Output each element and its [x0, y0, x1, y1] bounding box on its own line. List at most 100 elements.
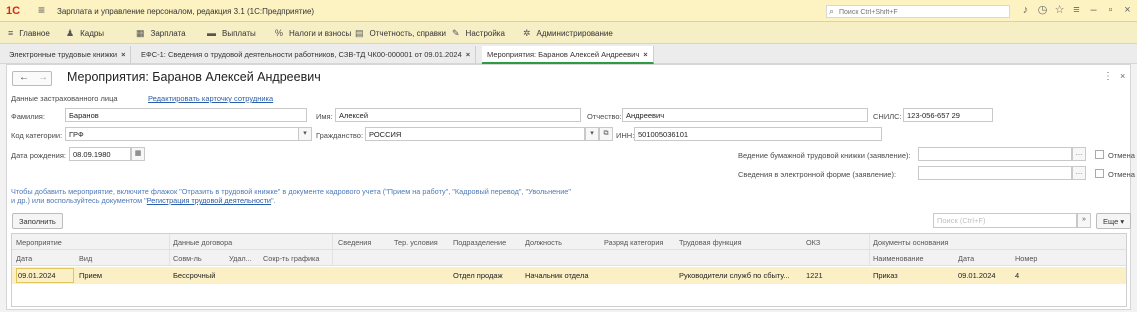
col-doc-number[interactable]: Номер	[1015, 254, 1037, 263]
col-position[interactable]: Должность	[525, 238, 562, 247]
table-header-bottom: Дата Вид Совм-ль Удал... Сокр-ть графика…	[12, 250, 1126, 266]
global-search-input[interactable]	[839, 7, 1007, 17]
col-part-time[interactable]: Совм-ль	[173, 254, 202, 263]
col-date[interactable]: Дата	[16, 254, 32, 263]
gear-icon: ✲	[523, 28, 531, 38]
more-button[interactable]: Еще ▾	[1096, 213, 1132, 229]
paper-book-field[interactable]	[918, 147, 1072, 161]
tab-events[interactable]: Мероприятия: Баранов Алексей Андреевич ×	[482, 46, 654, 64]
restore-icon[interactable]: ▫	[1102, 4, 1119, 16]
snils-label: СНИЛС:	[873, 112, 902, 121]
name-field[interactable]: Алексей	[335, 108, 581, 122]
table-row[interactable]: 09.01.2024 Прием Бессрочный Отдел продаж…	[12, 267, 1126, 284]
col-basis-docs[interactable]: Документы основания	[873, 238, 948, 247]
citizenship-open-button[interactable]: ⧉	[599, 127, 613, 141]
close-tab-icon[interactable]: ×	[466, 50, 470, 59]
section-menu: ≡ Главное ♟ Кадры ▦ Зарплата ▬ Выплаты % Нало…	[0, 22, 1137, 44]
cell-doc-name: Приказ	[873, 271, 898, 280]
col-doc-date[interactable]: Дата	[958, 254, 974, 263]
column-divider	[332, 234, 333, 266]
form-title: Мероприятия: Баранов Алексей Андреевич	[67, 70, 321, 84]
col-kind[interactable]: Вид	[79, 254, 92, 263]
search-icon: ⌕	[829, 6, 835, 16]
category-label: Код категории:	[11, 131, 63, 140]
wallet-icon: ▬	[207, 28, 216, 38]
menu-item-reports[interactable]: ▤ Отчетность, справки	[355, 28, 446, 39]
birth-date-field[interactable]: 08.09.1980	[69, 147, 131, 161]
app-logo: 1С	[6, 5, 21, 17]
tab-efs1[interactable]: ЕФС-1: Сведения о трудовой деятельности …	[136, 46, 477, 64]
column-divider	[169, 234, 170, 266]
window-controls: ♪ ◷ ☆ ≡ – ▫ ×	[1017, 3, 1136, 16]
name-label: Имя:	[316, 112, 333, 121]
col-grade[interactable]: Разряд категория	[604, 238, 663, 247]
col-territory[interactable]: Тер. условия	[394, 238, 438, 247]
bell-icon[interactable]: ♪	[1017, 4, 1034, 16]
hint-line-2: и др.) или воспользуйтесь документом "Ре…	[11, 196, 276, 205]
settings-menu-icon[interactable]: ≡	[1068, 4, 1085, 16]
col-event[interactable]: Мероприятие	[16, 238, 62, 247]
electronic-form-field[interactable]	[918, 166, 1072, 180]
col-reduced-schedule[interactable]: Сокр-ть графика	[263, 254, 319, 263]
global-search[interactable]: ⌕	[826, 5, 1010, 18]
electronic-form-cancel-checkbox[interactable]	[1095, 169, 1104, 178]
menu-item-administration[interactable]: ✲ Администрирование	[523, 28, 613, 39]
category-dropdown-button[interactable]: ▾	[298, 127, 312, 141]
calendar-icon[interactable]: ▦	[131, 147, 145, 161]
inn-field[interactable]: 501005036101	[634, 127, 882, 141]
menu-item-payments[interactable]: ▬ Выплаты	[207, 28, 256, 38]
cell-contract: Бессрочный	[173, 271, 216, 280]
citizenship-dropdown-button[interactable]: ▾	[585, 127, 599, 141]
menu-item-taxes[interactable]: % Налоги и взносы	[275, 28, 351, 38]
register-activity-link[interactable]: Регистрация трудовой деятельности	[147, 196, 271, 205]
forward-arrow-icon[interactable]: →	[38, 72, 48, 83]
electronic-form-select-button[interactable]: …	[1072, 166, 1086, 180]
main-menu-icon[interactable]: ≡	[38, 3, 45, 17]
col-okz[interactable]: ОКЗ	[806, 238, 820, 247]
percent-icon: %	[275, 28, 284, 38]
paper-book-label: Ведение бумажной трудовой книжки (заявле…	[738, 151, 911, 160]
back-arrow-icon[interactable]: ←	[19, 72, 29, 83]
col-doc-name[interactable]: Наименование	[873, 254, 924, 263]
close-form-icon[interactable]: ×	[1120, 71, 1125, 81]
patronymic-field[interactable]: Андреевич	[622, 108, 868, 122]
menu-item-main[interactable]: ≡ Главное	[8, 28, 50, 38]
close-tab-icon[interactable]: ×	[121, 50, 125, 59]
category-field[interactable]: ГРФ	[65, 127, 299, 141]
table-search-field[interactable]: Поиск (Ctrl+F)	[933, 213, 1077, 228]
snils-field[interactable]: 123-056-657 29	[903, 108, 993, 122]
people-icon: ♟	[66, 28, 75, 38]
menu-item-salary[interactable]: ▦ Зарплата	[136, 28, 186, 39]
star-icon[interactable]: ☆	[1051, 3, 1068, 16]
minimize-icon[interactable]: –	[1085, 4, 1102, 16]
close-window-icon[interactable]: ×	[1119, 4, 1136, 16]
selected-cell-frame	[16, 268, 74, 283]
edit-employee-link[interactable]: Редактировать карточку сотрудника	[148, 94, 273, 103]
insured-person-label: Данные застрахованного лица	[11, 94, 118, 103]
citizenship-label: Гражданство:	[316, 131, 364, 140]
surname-field[interactable]: Баранов	[65, 108, 307, 122]
events-form: ← → Мероприятия: Баранов Алексей Андреев…	[6, 64, 1135, 310]
col-department[interactable]: Подразделение	[453, 238, 506, 247]
menu-item-settings[interactable]: ✎ Настройка	[452, 28, 505, 39]
close-tab-icon[interactable]: ×	[643, 50, 647, 59]
history-icon[interactable]: ◷	[1034, 3, 1051, 16]
column-divider	[869, 234, 870, 266]
fill-button[interactable]: Заполнить	[12, 213, 63, 229]
col-function[interactable]: Трудовая функция	[679, 238, 742, 247]
birth-date-label: Дата рождения:	[11, 151, 66, 160]
table-header-top: Мероприятие Данные договора Сведения Тер…	[12, 234, 1126, 250]
table-search-button[interactable]: »	[1077, 213, 1091, 228]
paper-book-select-button[interactable]: …	[1072, 147, 1086, 161]
tab-electronic-books[interactable]: Электронные трудовые книжки ×	[4, 46, 132, 64]
col-info[interactable]: Сведения	[338, 238, 371, 247]
citizenship-field[interactable]: РОССИЯ	[365, 127, 585, 141]
cell-kind: Прием	[79, 271, 103, 280]
more-actions-icon[interactable]: ⋮	[1103, 71, 1113, 82]
col-contract-data[interactable]: Данные договора	[173, 238, 232, 247]
col-remote[interactable]: Удал...	[229, 254, 252, 263]
paper-book-cancel-checkbox[interactable]	[1095, 150, 1104, 159]
cell-position: Начальник отдела	[525, 271, 589, 280]
menu-item-hr[interactable]: ♟ Кадры	[66, 28, 104, 39]
electronic-form-cancel-label: Отмена	[1108, 170, 1135, 179]
